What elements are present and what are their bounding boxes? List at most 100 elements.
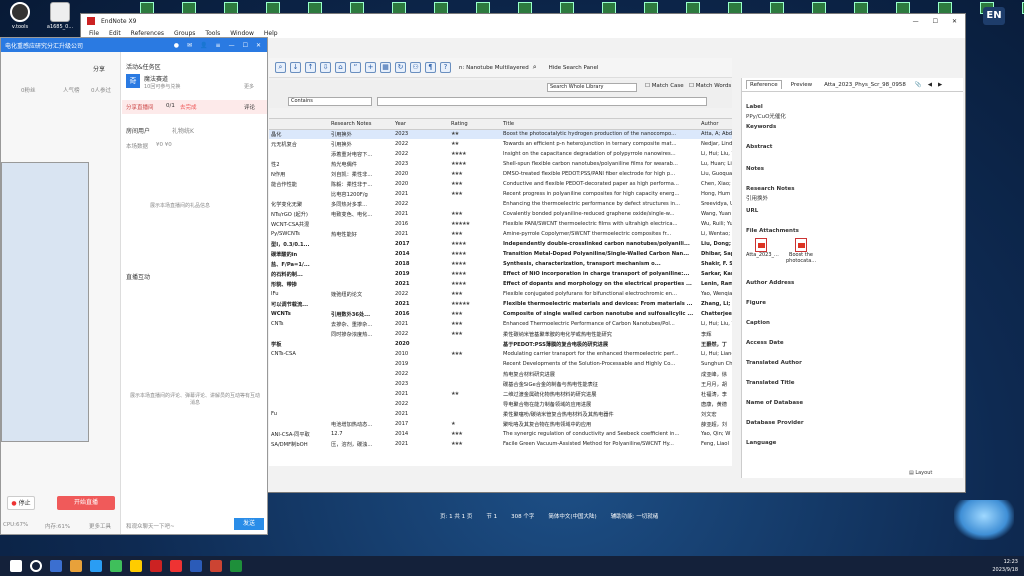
table-row[interactable]: 盐、F/Pa=1/... 2018 ★★★★ Synthesis, character…	[269, 259, 732, 269]
table-row[interactable]: 形貌、带掺 2021 ★★★★ Effect of dopants and morph…	[269, 279, 732, 289]
paperclip-icon[interactable]: 📎	[915, 82, 922, 88]
menu-file[interactable]: File	[89, 30, 99, 37]
tab-preview[interactable]: Preview	[788, 81, 815, 89]
table-row[interactable]: 比电容1200F/g 2021 ★★★ Recent progress in poly…	[269, 189, 732, 199]
cite-icon[interactable]: “	[350, 62, 361, 73]
send-button[interactable]: 发送	[234, 518, 264, 530]
gift-tab[interactable]: 礼物统K	[172, 126, 194, 135]
sync-icon[interactable]: ↻	[395, 62, 406, 73]
search-icon[interactable]: ⌕	[533, 63, 537, 72]
search-online-icon[interactable]: ⌕	[275, 62, 286, 73]
column-header[interactable]: Author	[699, 119, 732, 130]
table-row[interactable]: N作用 刘自凯：柔性非... 2020 ★★★ DMSO-treated flexibl…	[269, 169, 732, 179]
stream-preview[interactable]	[1, 162, 89, 442]
desktop-icon-vtools[interactable]: v.tools	[4, 2, 36, 30]
table-row[interactable]: WCNT-CSA共混 2016 ★★★★★ Flexible PANI/SWCNT t…	[269, 219, 732, 229]
endnote-taskbar-icon[interactable]	[150, 560, 162, 572]
chat-input[interactable]: 和观众聊天一下吧~	[126, 522, 175, 530]
table-row[interactable]: 2021 ★★ 二维过渡金属硫化物热电材料的研究进展 杜福涛，李	[269, 389, 732, 399]
table-row[interactable]: ANI-CSA-同平取 12.7 2014 ★★★ The synergic regul…	[269, 429, 732, 439]
stop-button[interactable]: ● 停止	[7, 496, 35, 510]
table-row[interactable]: CNTs 去掺杂、重掺杂... 2021 ★★★ Enhanced Thermoelec…	[269, 319, 732, 329]
table-row[interactable]: WCNTs 引用数外36处... 2016 ★★★ Composite of singl…	[269, 309, 732, 319]
user-icon[interactable]: 👤	[200, 42, 207, 49]
more-tools[interactable]: 更多工具	[89, 522, 111, 530]
menu-help[interactable]: Help	[264, 30, 278, 37]
table-row[interactable]: 2022 导电聚合物在能力制备领域的应用进展 唐康，黄德	[269, 399, 732, 409]
table-row[interactable]: 2023 碳基合金SiGe合金的制备与热电性能表征 王月月，胡	[269, 379, 732, 389]
powerpoint-icon[interactable]	[210, 560, 222, 572]
prev-arrow-icon[interactable]: ◀	[928, 82, 932, 88]
table-row[interactable]: Py/SWCNTs 热电性能好 2021 ★★★ Amine-pyrrole Copol…	[269, 229, 732, 239]
attachment-pdf[interactable]: Atta_2023_...	[746, 238, 779, 258]
desktop-icon-file[interactable]: a1685_0...	[44, 2, 76, 30]
table-row[interactable]: 晶化 引用换外 2023 ★★ Boost the photocatalytic hyd…	[269, 129, 732, 139]
table-row[interactable]: 2019 Recent Developments of the Solution-…	[269, 359, 732, 369]
mail-icon[interactable]: ✉	[187, 42, 192, 49]
label-value[interactable]: PPy/CuO光催化	[746, 112, 786, 120]
minimize-icon[interactable]: —	[229, 42, 235, 49]
menu-groups[interactable]: Groups	[174, 30, 195, 37]
close-icon[interactable]: ✕	[256, 42, 261, 49]
table-row[interactable]: CNTs-CSA 2010 ★★★ Modulating carrier transp…	[269, 349, 732, 359]
new-reference-icon[interactable]: +	[365, 62, 376, 73]
format-icon[interactable]: ¶	[425, 62, 436, 73]
new-group-icon[interactable]: ▦	[380, 62, 391, 73]
search-icon[interactable]	[30, 560, 42, 572]
column-header[interactable]: Rating	[449, 119, 501, 130]
tab-attachment[interactable]: Atta_2023_Phys_Scr_98_0958	[821, 81, 909, 89]
import-icon[interactable]: ↓	[290, 62, 301, 73]
minimize-icon[interactable]: —	[913, 18, 919, 25]
column-header[interactable]: Year	[393, 119, 449, 130]
excel-icon[interactable]	[230, 560, 242, 572]
table-row[interactable]: 电池增加热动态... 2017 ★ 聚吡咯及其复合物在热电领域中的应用 薛亚超，刘	[269, 419, 732, 429]
maximize-icon[interactable]: ☐	[243, 42, 248, 49]
share-button[interactable]: 分享	[93, 64, 105, 73]
table-row[interactable]: 能合作性能 陈毅：柔性非于... 2020 ★★★ Conductive and fle…	[269, 179, 732, 189]
table-row[interactable]: Fu 2021 柔性聚噻吩/碳纳米管复合热电材料及其热电器件 刘文宏	[269, 409, 732, 419]
app-icon[interactable]	[90, 560, 102, 572]
column-header[interactable]: Title	[501, 119, 699, 130]
activity-name[interactable]: 魔法赛道	[144, 74, 168, 83]
menu-references[interactable]: References	[131, 30, 164, 37]
search-scope-select[interactable]: Search Whole Library	[547, 83, 637, 92]
word-icon[interactable]	[190, 560, 202, 572]
match-case-checkbox[interactable]: ☐ Match Case	[645, 83, 684, 89]
tab-reference[interactable]: Reference	[746, 80, 782, 89]
help-icon[interactable]: ?	[440, 62, 451, 73]
share-icon[interactable]: ⚇	[410, 62, 421, 73]
find-fulltext-icon[interactable]: ⌂	[335, 62, 346, 73]
start-live-button[interactable]: 开始直播	[57, 496, 115, 510]
column-header[interactable]: Research Notes	[329, 119, 393, 130]
table-row[interactable]: NTs/rGO (起升) 电致变色、电化... 2021 ★★★ Covalently …	[269, 209, 732, 219]
download-icon[interactable]: ⇩	[320, 62, 331, 73]
table-row[interactable]: SA/DMF制bOH 压，溶剂，碳浊... 2021 ★★★ Facile Green …	[269, 439, 732, 449]
maximize-icon[interactable]: ☐	[933, 18, 938, 25]
column-header[interactable]	[269, 119, 329, 130]
room-users-tab[interactable]: 房间用户	[126, 126, 150, 135]
layout-button[interactable]: ▤ Layout	[909, 470, 932, 476]
menu-icon[interactable]: ≡	[216, 42, 221, 49]
start-icon[interactable]	[10, 560, 22, 572]
hide-search-panel-button[interactable]: Hide Search Panel	[549, 65, 599, 71]
table-row[interactable]: 学板 2020 基于PEDOT:PSS薄膜的复合电极的研究进展 王爵然，丁	[269, 339, 732, 349]
app-icon[interactable]	[170, 560, 182, 572]
attachment-pdf[interactable]: Boost the photocata...	[786, 238, 816, 264]
table-row[interactable]: 元无机复合 引用换外 2022 ★★ Towards an efficient p-n …	[269, 139, 732, 149]
task-view-icon[interactable]	[50, 560, 62, 572]
folder-icon[interactable]	[130, 560, 142, 572]
close-icon[interactable]: ✕	[952, 18, 957, 25]
avatar[interactable]: ●	[174, 42, 179, 49]
table-row[interactable]: IFu 娩弛纽的论文 2022 ★★★ Flexible conjugated poly…	[269, 289, 732, 299]
search-term-input[interactable]	[377, 97, 707, 106]
match-words-checkbox[interactable]: ☐ Match Words	[689, 83, 731, 89]
table-row[interactable]: 的石料的制... 2019 ★★★★ Effect of NiO incorporat…	[269, 269, 732, 279]
table-row[interactable]: 化学变化无聚 多同热对多季... 2022 Enhancing the thermoe…	[269, 199, 732, 209]
share-task-row[interactable]: 分享直播间 0/1 去完成 评论	[122, 100, 267, 114]
share-complete-link[interactable]: 去完成	[180, 103, 197, 111]
table-row[interactable]: 碳苯酸的in 2014 ★★★★ Transition Metal-Doped Pol…	[269, 249, 732, 259]
operator-select[interactable]: Contains	[288, 97, 372, 106]
review-label[interactable]: 评论	[244, 103, 255, 111]
more-link[interactable]: 更多	[244, 83, 254, 90]
table-row[interactable]: 2022 热电复合材料研究进展 成亚峰，徐	[269, 369, 732, 379]
